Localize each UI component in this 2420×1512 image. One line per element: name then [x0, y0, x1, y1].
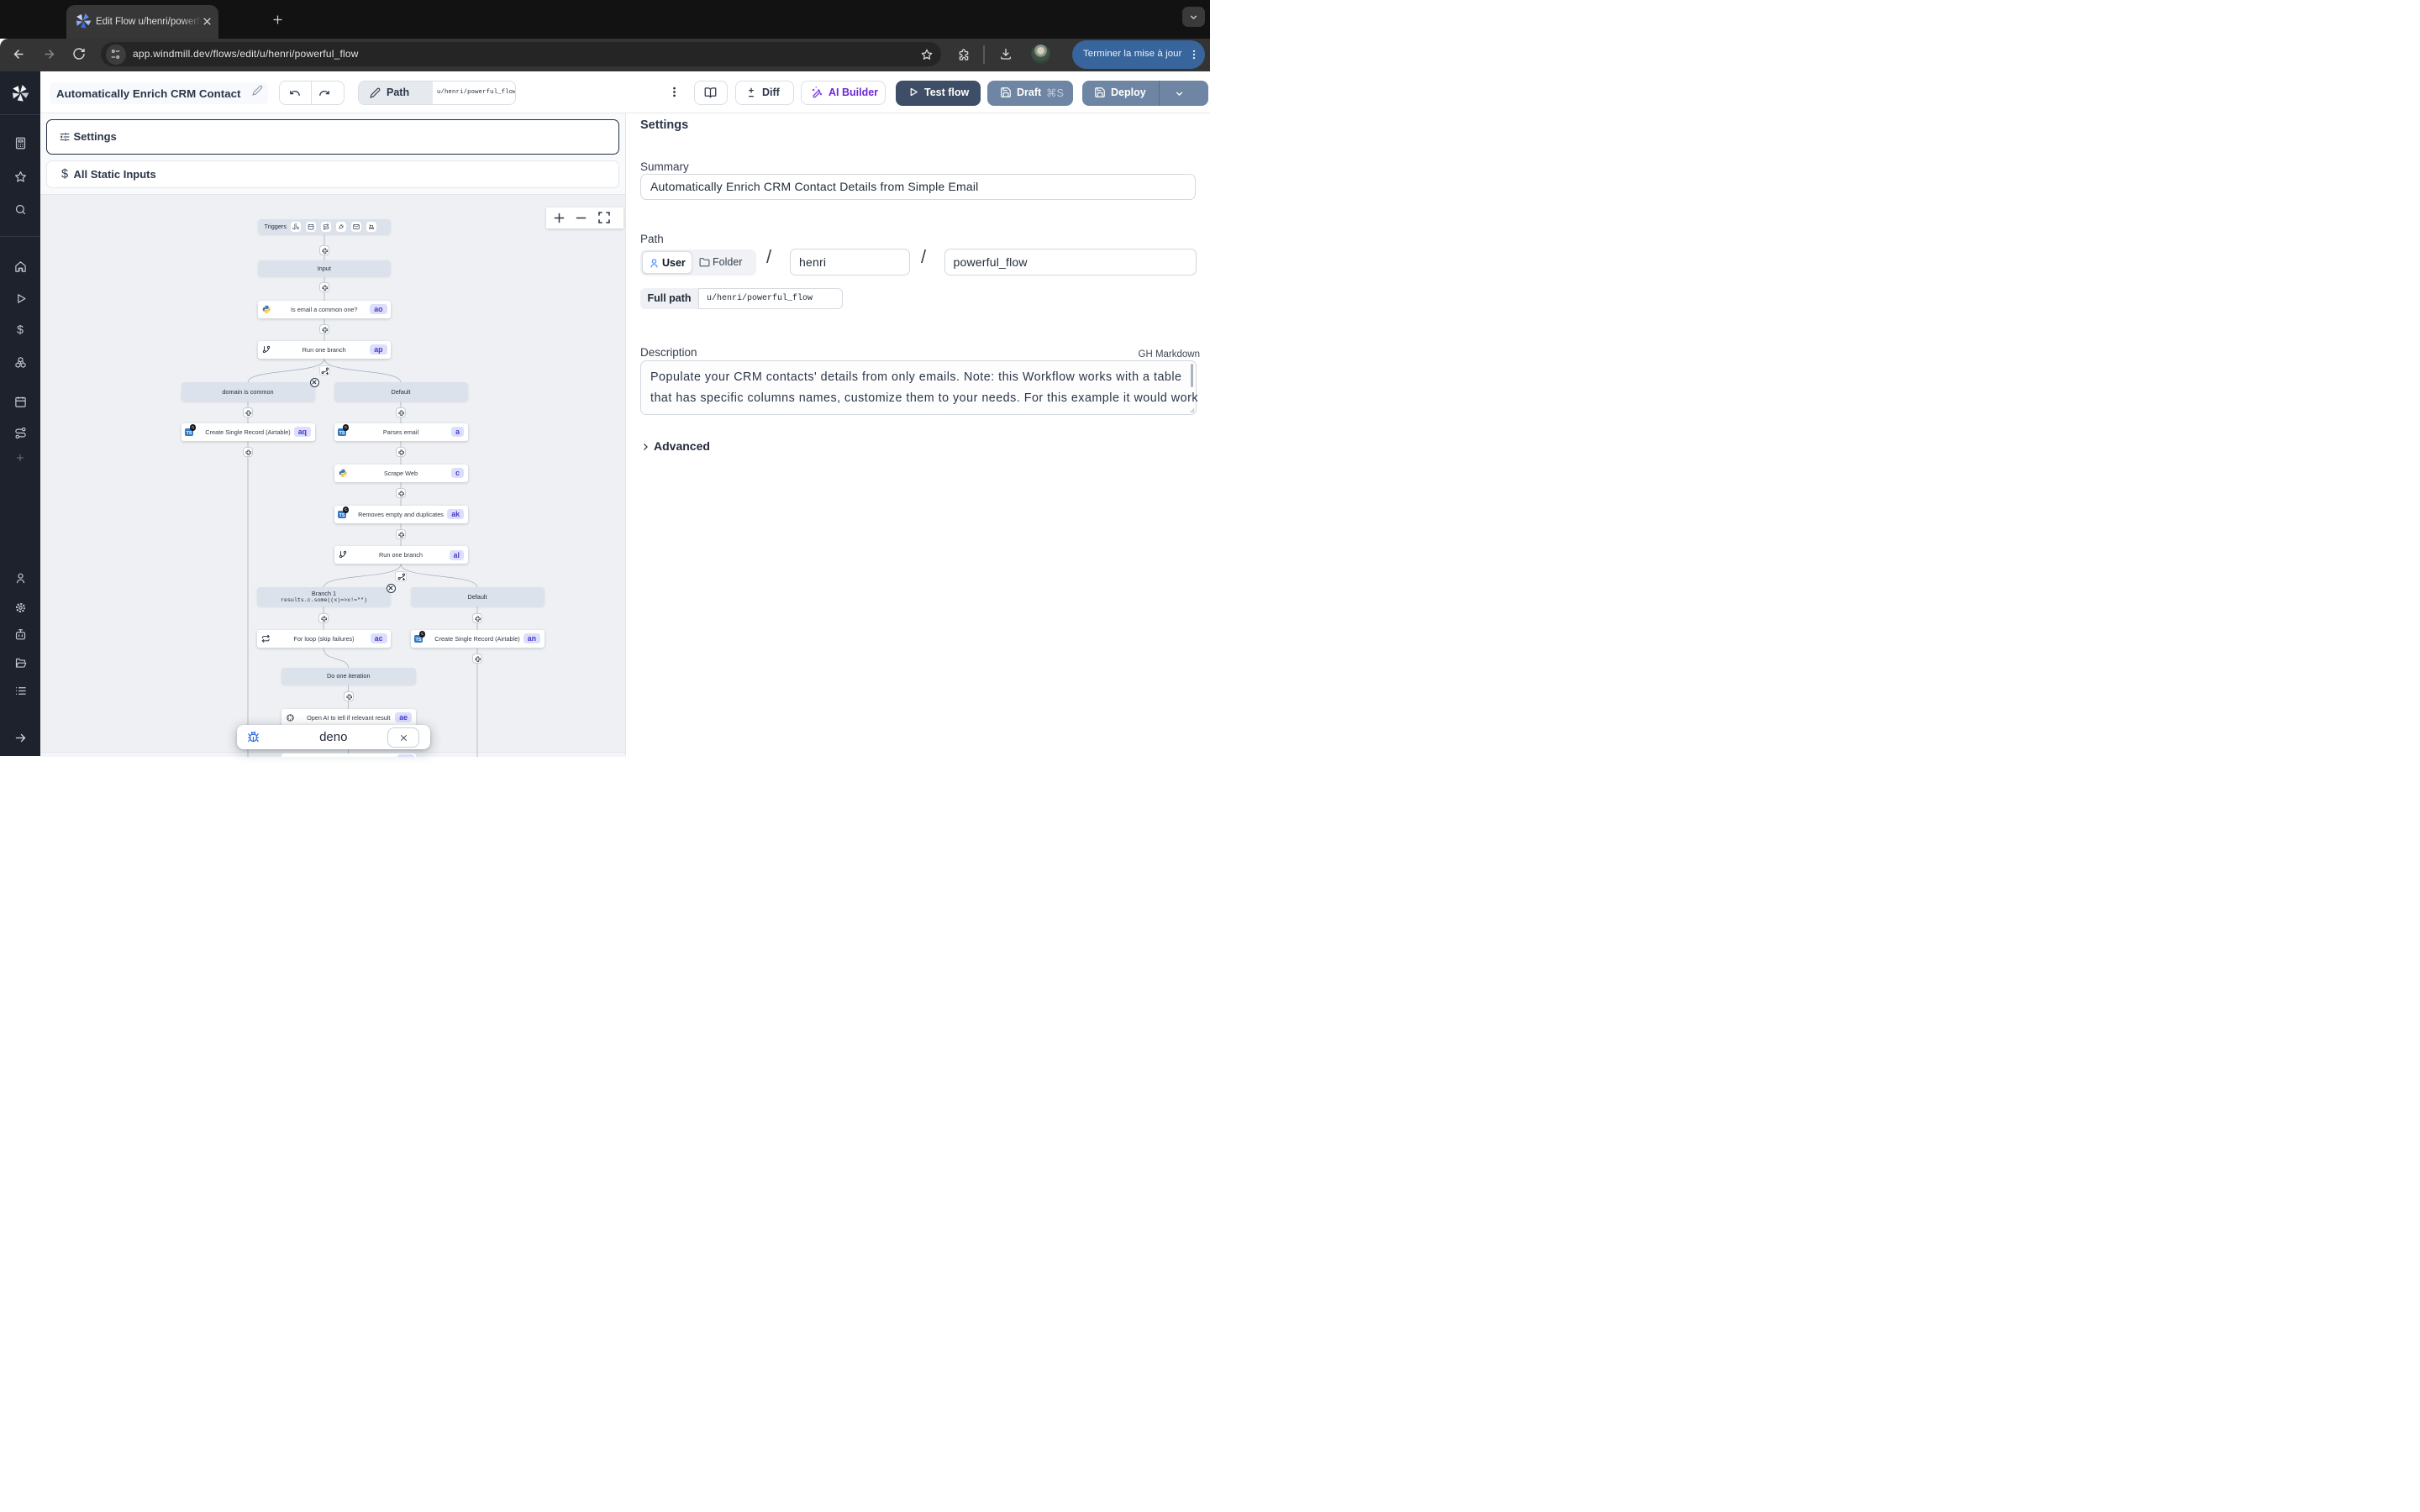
svg-text:$: $ — [17, 323, 24, 336]
svg-text:$: $ — [60, 168, 67, 181]
